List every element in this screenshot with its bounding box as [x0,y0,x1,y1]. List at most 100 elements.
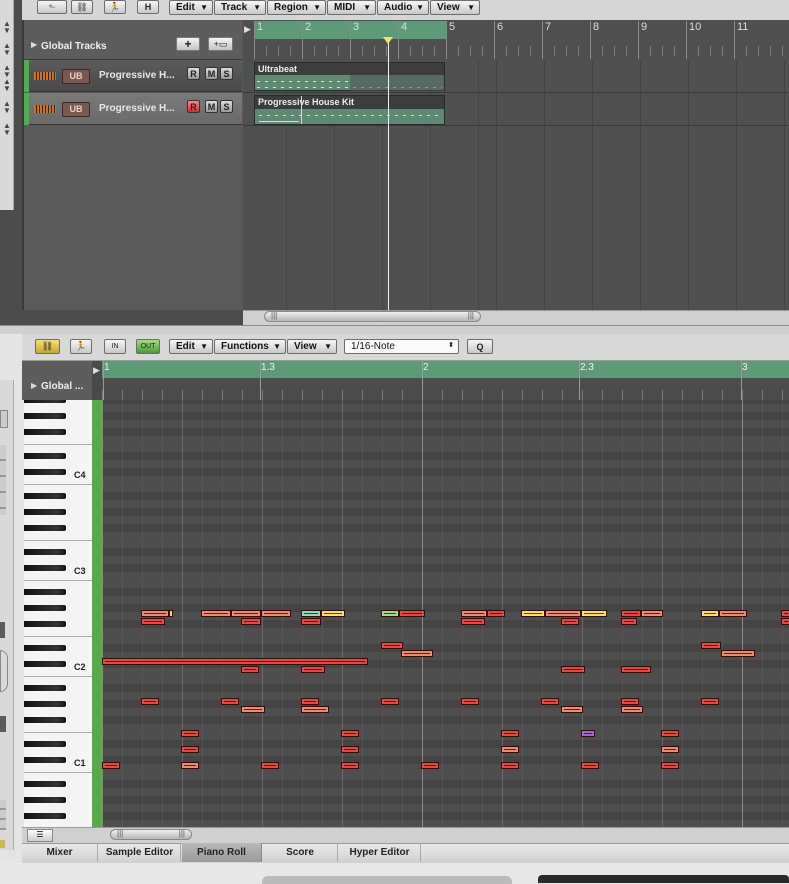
midi-note[interactable] [261,762,279,769]
left-panel-control[interactable] [0,800,6,830]
track-header[interactable]: UB Progressive H... R M S [24,93,242,125]
midi-note[interactable] [261,610,291,617]
midi-note[interactable] [701,698,719,705]
add-track-button[interactable]: + [176,37,200,51]
midi-note[interactable] [241,666,259,673]
quantize-select[interactable]: 1/16-Note ⬍ [344,339,459,354]
black-key[interactable] [24,605,66,611]
midi-note[interactable] [321,610,345,617]
midi-note[interactable] [102,762,120,769]
midi-note[interactable] [141,698,159,705]
midi-note[interactable] [621,698,639,705]
pr-view-menu[interactable]: View ▼ [287,339,337,354]
midi-note[interactable] [401,650,433,657]
piano-roll-grid[interactable] [102,400,789,827]
region-progressive-house-kit[interactable]: Progressive House Kit [254,95,445,125]
midi-note[interactable] [781,618,789,625]
link-button[interactable]: ⛓ [71,0,93,14]
midi-note[interactable] [541,698,559,705]
audio-menu[interactable]: Audio ▼ [377,0,429,15]
midi-note[interactable] [501,730,519,737]
midi-note[interactable] [581,730,595,737]
black-key[interactable] [24,781,66,787]
midi-note[interactable] [169,610,173,617]
midi-note[interactable] [621,706,643,713]
midi-out-button[interactable]: OUT [136,339,160,354]
midi-note[interactable] [581,610,607,617]
quantize-button[interactable]: Q [467,339,493,354]
midi-note[interactable] [501,746,519,753]
midi-note[interactable] [301,610,321,617]
left-updown-icon[interactable]: ▲ ▼ [3,100,11,115]
playhead-line[interactable] [388,43,389,310]
midi-note[interactable] [661,730,679,737]
midi-note[interactable] [102,658,368,665]
black-key[interactable] [24,701,66,707]
black-key[interactable] [24,717,66,723]
midi-note[interactable] [341,730,359,737]
left-panel-control[interactable] [0,410,8,428]
midi-note[interactable] [141,610,169,617]
left-updown-icon[interactable]: ▲ ▼ [3,64,11,79]
midi-note[interactable] [231,610,261,617]
tab-mixer[interactable]: Mixer [22,843,98,862]
midi-note[interactable] [561,618,579,625]
midi-in-button[interactable]: IN [104,339,126,354]
midi-note[interactable] [381,642,403,649]
black-key[interactable] [24,509,66,515]
black-key[interactable] [24,757,66,763]
black-key[interactable] [24,525,66,531]
black-key[interactable] [24,589,66,595]
black-key[interactable] [24,469,66,475]
left-updown-icon[interactable]: ▲ ▼ [3,122,11,137]
midi-note[interactable] [141,618,165,625]
tab-score[interactable]: Score [263,843,338,862]
black-key[interactable] [24,685,66,691]
left-panel-control[interactable] [0,716,6,732]
track-header[interactable]: UB Progressive H... R M S [24,60,242,92]
arrange-hscroll-thumb[interactable]: ||| ||| [264,311,481,322]
mute-button[interactable]: M [205,100,218,113]
midi-note[interactable] [621,618,637,625]
black-key[interactable] [24,400,66,403]
track-menu[interactable]: Track ▼ [214,0,266,15]
midi-note[interactable] [201,610,231,617]
left-updown-icon[interactable]: ▲ ▼ [3,42,11,57]
black-key[interactable] [24,453,66,459]
midi-menu[interactable]: MIDI ▼ [327,0,376,15]
left-panel-control[interactable] [0,650,8,692]
midi-note[interactable] [621,610,641,617]
tab-hyper-editor[interactable]: Hyper Editor [339,843,421,862]
midi-note[interactable] [461,618,485,625]
black-key[interactable] [24,621,66,627]
record-button[interactable]: R [187,67,200,80]
tab-sample-editor[interactable]: Sample Editor [99,843,181,862]
region-ultrabeat[interactable]: Ultrabeat [254,62,445,91]
black-key[interactable] [24,813,66,819]
midi-note[interactable] [241,706,265,713]
black-key[interactable] [24,797,66,803]
midi-note[interactable] [661,762,679,769]
solo-button[interactable]: S [220,100,233,113]
black-key[interactable] [24,413,66,419]
pr-cycle-bar[interactable] [102,361,789,378]
left-panel-control[interactable] [0,622,5,638]
catch-button[interactable]: 🏃 [70,339,92,354]
mute-button[interactable]: M [205,67,218,80]
link-button[interactable]: ⛓ [35,339,60,354]
black-key[interactable] [24,565,66,571]
black-key[interactable] [24,741,66,747]
black-key[interactable] [24,645,66,651]
pr-global-disclosure[interactable]: ▶ Global ... [24,380,92,394]
midi-note[interactable] [545,610,581,617]
view-menu[interactable]: View ▼ [430,0,480,15]
midi-note[interactable] [181,746,199,753]
add-folder-button[interactable]: +▭ [208,37,233,51]
region-menu[interactable]: Region ▼ [267,0,326,15]
hide-button[interactable]: H [137,0,159,14]
solo-button[interactable]: S [220,67,233,80]
black-key[interactable] [24,493,66,499]
midi-note[interactable] [461,610,487,617]
zoom-slider-icon[interactable]: ☰ [27,829,53,842]
pr-hscroll-thumb[interactable]: ||| ||| [110,829,192,840]
